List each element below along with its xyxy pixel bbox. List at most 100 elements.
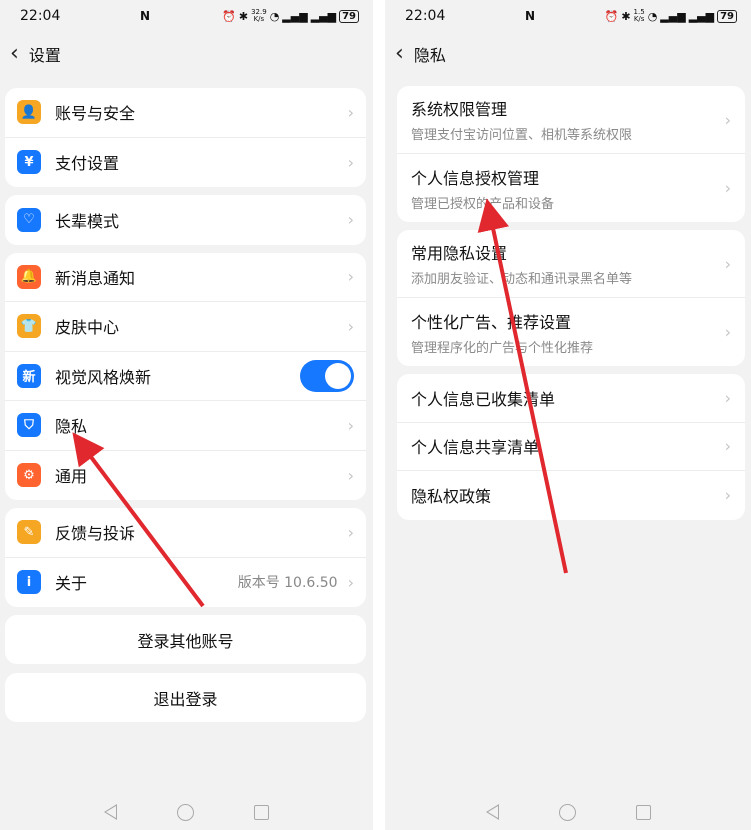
settings-row-label: 长辈模式 — [55, 211, 120, 231]
chevron-right-icon: › — [347, 267, 354, 287]
nav-recents-icon[interactable] — [254, 804, 269, 820]
back-icon[interactable]: ‹ — [10, 43, 19, 65]
version-text: 版本号 10.6.50 — [237, 575, 338, 592]
chevron-right-icon: › — [724, 436, 731, 456]
status-bar: 22:04 N ⏰ ✱ 32.9 K/s ◔ ▂▄▆ ▂▄▆ 79 — [0, 0, 373, 32]
privacy-group: 系统权限管理 管理支付宝访问位置、相机等系统权限 › 个人信息授权管理 管理已授权的产品… — [397, 86, 745, 222]
battery-icon: 79 — [717, 9, 737, 23]
settings-row-label: 皮肤中心 — [55, 318, 120, 338]
back-icon[interactable]: ‹ — [395, 43, 404, 65]
pencil-icon: ✎ — [17, 520, 41, 545]
settings-row[interactable]: ✎ 反馈与投诉 › — [5, 508, 366, 558]
privacy-row-title: 个人信息已收集清单 — [411, 389, 556, 409]
privacy-row-title: 个人信息共享清单 — [411, 438, 540, 458]
privacy-row-title: 个性化广告、推荐设置 — [411, 312, 572, 332]
bell-icon: 🔔 — [17, 264, 41, 289]
switch-account-button[interactable]: 登录其他账号 — [5, 615, 366, 664]
chevron-right-icon: › — [724, 178, 731, 198]
settings-row[interactable]: 👕 皮肤中心 › — [5, 302, 366, 352]
chevron-right-icon: › — [724, 110, 731, 129]
nav-back-icon[interactable] — [104, 804, 117, 820]
shirt-icon: 👕 — [17, 314, 41, 339]
signal-icon: ▂▄▆ — [282, 9, 308, 23]
settings-row[interactable]: i 关于 版本号 10.6.50 › — [5, 558, 366, 608]
settings-group: 👤 账号与安全 › ¥ 支付设置 › — [5, 88, 366, 187]
settings-group: ♡ 长辈模式 › — [5, 195, 366, 245]
settings-row-label: 账号与安全 — [55, 104, 136, 124]
privacy-row[interactable]: 系统权限管理 管理支付宝访问位置、相机等系统权限 › — [397, 86, 745, 154]
info-icon: i — [17, 570, 41, 595]
settings-row-label: 新消息通知 — [55, 268, 136, 288]
settings-row[interactable]: ⚙ 通用 › — [5, 451, 366, 501]
settings-row-label: 视觉风格焕新 — [55, 367, 152, 387]
nav-recents-icon[interactable] — [635, 804, 651, 820]
logout-button[interactable]: 退出登录 — [5, 673, 366, 722]
privacy-titlebar: ‹ 隐私 — [385, 32, 751, 76]
privacy-screen: 22:04 N ⏰ ✱ 1.5 K/s ◔ ▂▄▆ ▂▄▆ 79 ‹ 隐私 系统权… — [385, 0, 751, 830]
status-bar: 22:04 N ⏰ ✱ 1.5 K/s ◔ ▂▄▆ ▂▄▆ 79 — [385, 0, 751, 32]
chevron-right-icon: › — [347, 522, 354, 542]
wifi-icon: ◔ — [269, 9, 280, 23]
chevron-right-icon: › — [347, 465, 354, 485]
bluetooth-icon: ✱ — [621, 9, 631, 23]
privacy-row[interactable]: 个人信息已收集清单 › — [397, 374, 745, 423]
chevron-right-icon: › — [347, 572, 354, 592]
toggle-knob — [325, 362, 351, 389]
chevron-right-icon: › — [347, 102, 354, 122]
privacy-row[interactable]: 隐私权政策 › — [397, 471, 745, 520]
signal-icon-2: ▂▄▆ — [688, 9, 715, 23]
settings-row[interactable]: 新视觉风格焕新 — [5, 352, 366, 401]
settings-group: ✎ 反馈与投诉 › i 关于 版本号 10.6.50 › — [5, 508, 366, 607]
privacy-row-subtitle: 添加朋友验证、动态和通讯录黑名单等 — [411, 272, 633, 287]
settings-titlebar: ‹ 设置 — [0, 32, 373, 76]
battery-icon: 79 — [339, 9, 359, 23]
network-speed: 1.5 K/s — [633, 8, 645, 23]
privacy-list: 系统权限管理 管理支付宝访问位置、相机等系统权限 › 个人信息授权管理 管理已授权的产品… — [385, 86, 751, 520]
privacy-row-title: 隐私权政策 — [411, 487, 492, 507]
chevron-right-icon: › — [724, 322, 731, 342]
privacy-group: 个人信息已收集清单 › 个人信息共享清单 › 隐私权政策 › — [397, 374, 745, 520]
settings-list: 👤 账号与安全 › ¥ 支付设置 › ♡ 长辈模式 › 🔔 新消息通知 › 👕 皮肤中心 › 新视觉风格焕新 ⛉… — [0, 88, 373, 607]
settings-row-label: 支付设置 — [55, 154, 120, 174]
signal-icon-2: ▂▄▆ — [310, 9, 337, 23]
yuan-icon: ¥ — [17, 150, 41, 175]
privacy-row-title: 系统权限管理 — [411, 100, 508, 119]
network-speed: 32.9 K/s — [251, 8, 267, 23]
settings-row[interactable]: ♡ 长辈模式 › — [5, 195, 366, 245]
wifi-icon: ◔ — [647, 9, 658, 23]
alarm-icon: ⏰ — [604, 9, 619, 23]
nav-bar — [0, 794, 373, 830]
gear-icon: ⚙ — [17, 463, 41, 488]
settings-row[interactable]: 🔔 新消息通知 › — [5, 253, 366, 302]
privacy-row[interactable]: 常用隐私设置 添加朋友验证、动态和通讯录黑名单等 › — [397, 230, 745, 298]
chevron-right-icon: › — [724, 388, 731, 408]
heart-icon: ♡ — [17, 207, 41, 232]
settings-row[interactable]: ⛉ 隐私 › — [5, 401, 366, 451]
chevron-right-icon: › — [347, 415, 354, 435]
nav-home-icon[interactable] — [177, 803, 194, 821]
nav-home-icon[interactable] — [558, 803, 576, 821]
settings-row-label: 反馈与投诉 — [55, 524, 136, 544]
nav-back-icon[interactable] — [485, 804, 499, 820]
visual-style-toggle[interactable] — [300, 359, 354, 392]
privacy-row-subtitle: 管理程序化的广告与个性化推荐 — [411, 340, 594, 356]
status-time: 22:04 — [405, 8, 446, 24]
signal-icon: ▂▄▆ — [660, 9, 686, 23]
nav-bar — [385, 794, 751, 830]
settings-row[interactable]: ¥ 支付设置 › — [5, 138, 366, 188]
privacy-group: 常用隐私设置 添加朋友验证、动态和通讯录黑名单等 › 个性化广告、推荐设置 管理程序化的… — [397, 230, 745, 366]
status-icons: ⏰ ✱ 1.5 K/s ◔ ▂▄▆ ▂▄▆ 79 — [605, 9, 737, 23]
new-icon: 新 — [17, 363, 41, 388]
chevron-right-icon: › — [724, 254, 731, 273]
chevron-right-icon: › — [347, 152, 354, 172]
privacy-row[interactable]: 个人信息共享清单 › — [397, 423, 745, 471]
bluetooth-icon: ✱ — [238, 9, 249, 23]
chevron-right-icon: › — [724, 485, 731, 505]
settings-group: 🔔 新消息通知 › 👕 皮肤中心 › 新视觉风格焕新 ⛉ 隐私 › ⚙ 通用 › — [5, 252, 366, 501]
privacy-row[interactable]: 个性化广告、推荐设置管理程序化的广告与个性化推荐 › — [397, 298, 745, 366]
privacy-row[interactable]: 个人信息授权管理 管理已授权的产品和设备 › — [397, 154, 745, 222]
privacy-row-subtitle: 管理已授权的产品和设备 — [411, 196, 555, 212]
settings-row[interactable]: 👤 账号与安全 › — [5, 88, 366, 138]
status-time: 22:04 — [20, 8, 61, 24]
alarm-icon: ⏰ — [222, 9, 236, 23]
